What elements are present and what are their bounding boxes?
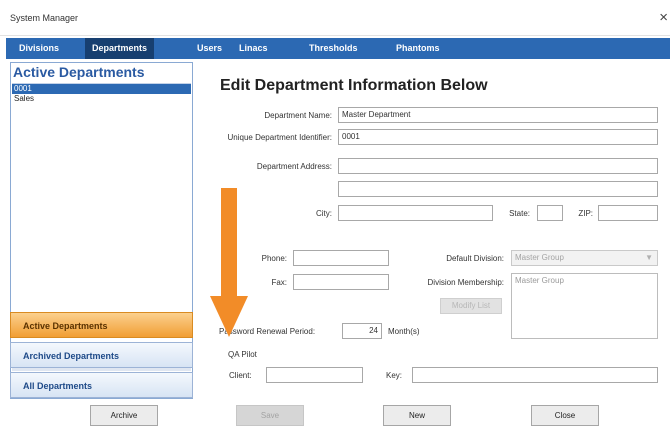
chevron-down-icon: ▼ bbox=[645, 253, 653, 262]
nav-all-departments[interactable]: All Departments bbox=[10, 372, 193, 398]
fax-field[interactable] bbox=[293, 274, 389, 290]
password-renewal-unit: Month(s) bbox=[388, 327, 420, 336]
save-button[interactable]: Save bbox=[236, 405, 304, 426]
key-field[interactable] bbox=[412, 367, 658, 383]
tab-divisions[interactable]: Divisions bbox=[12, 38, 66, 59]
sidebar-heading: Active Departments bbox=[13, 64, 145, 80]
client-field[interactable] bbox=[266, 367, 363, 383]
zip-label: ZIP: bbox=[578, 209, 593, 218]
window-title: System Manager bbox=[10, 13, 79, 23]
department-name-label: Department Name: bbox=[264, 111, 332, 120]
nav-label: All Departments bbox=[23, 381, 93, 391]
password-renewal-field[interactable]: 24 bbox=[342, 323, 382, 339]
tab-linacs[interactable]: Linacs bbox=[232, 38, 275, 59]
default-division-label: Default Division: bbox=[446, 254, 504, 263]
tab-bar: Divisions Departments Users Linacs Thres… bbox=[6, 38, 670, 59]
tab-departments[interactable]: Departments bbox=[85, 38, 155, 59]
address-label: Department Address: bbox=[256, 162, 332, 171]
city-field[interactable] bbox=[338, 205, 493, 221]
modify-list-button[interactable]: Modify List bbox=[440, 298, 502, 314]
state-label: State: bbox=[509, 209, 530, 218]
division-membership-label: Division Membership: bbox=[427, 278, 504, 287]
list-item[interactable]: Sales bbox=[12, 94, 191, 104]
list-item[interactable]: Master Group bbox=[515, 276, 654, 285]
address-line1-field[interactable] bbox=[338, 158, 658, 174]
key-label: Key: bbox=[386, 371, 403, 380]
tab-thresholds[interactable]: Thresholds bbox=[302, 38, 365, 59]
list-item[interactable]: 0001 bbox=[12, 84, 191, 94]
city-label: City: bbox=[316, 209, 332, 218]
password-renewal-label: Password Renewal Period: bbox=[219, 327, 316, 336]
phone-field[interactable] bbox=[293, 250, 389, 266]
division-membership-list[interactable]: Master Group bbox=[511, 273, 658, 339]
zip-field[interactable] bbox=[598, 205, 658, 221]
default-division-select[interactable]: Master Group ▼ bbox=[511, 250, 658, 266]
phone-label: Phone: bbox=[261, 254, 287, 263]
nav-active-departments[interactable]: Active Departments bbox=[10, 312, 193, 338]
nav-archived-departments[interactable]: Archived Departments bbox=[10, 342, 193, 368]
close-button[interactable]: Close bbox=[531, 405, 599, 426]
identifier-label: Unique Department Identifier: bbox=[227, 133, 333, 142]
fax-label: Fax: bbox=[271, 278, 287, 287]
archive-button[interactable]: Archive bbox=[90, 405, 158, 426]
state-field[interactable] bbox=[537, 205, 563, 221]
tab-users[interactable]: Users bbox=[190, 38, 229, 59]
new-button[interactable]: New bbox=[383, 405, 451, 426]
window-titlebar: System Manager × bbox=[0, 0, 670, 36]
default-division-value: Master Group bbox=[515, 253, 564, 262]
client-label: Client: bbox=[229, 371, 252, 380]
tab-phantoms[interactable]: Phantoms bbox=[389, 38, 447, 59]
close-icon[interactable]: × bbox=[659, 9, 668, 26]
nav-label: Archived Departments bbox=[23, 351, 120, 361]
address-line2-field[interactable] bbox=[338, 181, 658, 197]
nav-label: Active Departments bbox=[23, 321, 108, 331]
page-title: Edit Department Information Below bbox=[220, 77, 488, 94]
qa-pilot-heading: QA Pilot bbox=[228, 350, 257, 359]
identifier-field[interactable]: 0001 bbox=[338, 129, 658, 145]
department-name-field[interactable]: Master Department bbox=[338, 107, 658, 123]
